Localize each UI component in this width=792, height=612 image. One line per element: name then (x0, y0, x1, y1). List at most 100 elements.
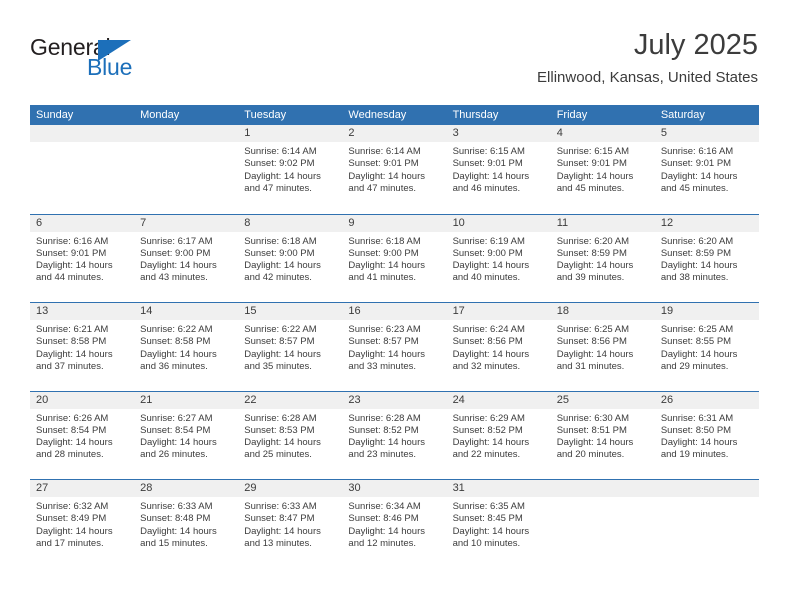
day-number: 7 (140, 216, 147, 229)
general-blue-logo[interactable]: General Blue (30, 34, 160, 84)
day-details: Sunrise: 6:20 AM Sunset: 8:59 PM Daylight:… (551, 232, 655, 285)
day-detail-line: Daylight: 14 hours (660, 170, 738, 182)
calendar-day-cell[interactable]: 1 Sunrise: 6:14 AM Sunset: 9:02 PM Daylight… (238, 125, 343, 214)
day-number: 3 (452, 127, 459, 139)
calendar-day-cell[interactable]: 26 Sunrise: 6:31 AM Sunset: 8:50 PM Dayligh… (654, 391, 759, 480)
calendar-day-cell[interactable]: 18 Sunrise: 6:25 AM Sunset: 8:56 PM Dayligh… (550, 303, 655, 391)
day-number-band: 6 (30, 214, 135, 232)
calendar-day-cell[interactable]: 2 Sunrise: 6:14 AM Sunset: 9:01 PM Daylight… (342, 125, 447, 214)
calendar-day-cell[interactable]: 24 Sunrise: 6:29 AM Sunset: 8:52 PM Dayligh… (446, 391, 551, 480)
calendar-day-cell[interactable]: 28 Sunrise: 6:33 AM Sunset: 8:48 PM Dayligh… (134, 480, 239, 568)
calendar-day-cell[interactable]: 7 Sunrise: 6:17 AM Sunset: 9:00 PM Daylight… (134, 214, 239, 303)
day-detail-line: and 17 minutes. (36, 537, 104, 549)
calendar-day-cell[interactable]: 16 Sunrise: 6:23 AM Sunset: 8:57 PM Dayligh… (342, 303, 447, 391)
calendar-day-cell[interactable]: 8 Sunrise: 6:18 AM Sunset: 9:00 PM Daylight… (238, 214, 343, 303)
day-detail-line: Sunset: 8:53 PM (244, 424, 315, 436)
day-detail-line: Sunrise: 6:34 AM (348, 501, 421, 512)
day-detail-line: and 45 minutes. (556, 182, 625, 194)
day-number-band: 10 (446, 214, 551, 232)
day-number: 11 (556, 216, 569, 229)
day-of-week-header-saturday: Saturday (660, 109, 705, 121)
calendar-day-cell[interactable]: 10 Sunrise: 6:19 AM Sunset: 9:00 PM Dayligh… (446, 214, 551, 303)
calendar-day-cell[interactable]: 27 Sunrise: 6:32 AM Sunset: 8:49 PM Dayligh… (30, 480, 135, 568)
day-detail-line: Sunset: 9:01 PM (660, 158, 732, 170)
day-number-band (654, 480, 759, 497)
day-details: Sunrise: 6:25 AM Sunset: 8:56 PM Daylight:… (551, 320, 655, 373)
day-of-week-header-row: Sunday Monday Tuesday Wednesday Thursday Frid… (30, 105, 759, 125)
day-detail-line: and 20 minutes. (556, 449, 625, 461)
calendar-day-cell[interactable]: 21 Sunrise: 6:27 AM Sunset: 8:54 PM Dayligh… (134, 391, 239, 480)
day-details (134, 142, 238, 146)
day-detail-line: and 10 minutes. (452, 537, 521, 549)
calendar-day-cell[interactable]: 29 Sunrise: 6:33 AM Sunset: 8:47 PM Dayligh… (238, 480, 343, 568)
day-number-band: 26 (654, 391, 759, 409)
day-detail-line: Sunset: 8:50 PM (660, 424, 732, 436)
day-detail-line: Sunset: 9:00 PM (244, 247, 315, 259)
day-number-band: 8 (238, 214, 343, 232)
day-detail-line: Sunrise: 6:27 AM (140, 412, 213, 424)
day-details: Sunrise: 6:31 AM Sunset: 8:50 PM Daylight:… (655, 409, 759, 462)
day-detail-line: Daylight: 14 hours (452, 437, 530, 449)
day-number: 13 (36, 305, 49, 317)
calendar-day-cell[interactable]: 3 Sunrise: 6:15 AM Sunset: 9:01 PM Daylight… (446, 125, 551, 214)
day-detail-line: Sunset: 9:01 PM (36, 247, 107, 259)
day-detail-line: Sunset: 9:00 PM (452, 247, 523, 259)
day-detail-line: Sunset: 8:57 PM (244, 336, 315, 348)
calendar-day-cell[interactable]: 20 Sunrise: 6:26 AM Sunset: 8:54 PM Dayligh… (30, 391, 135, 480)
day-details: Sunrise: 6:14 AM Sunset: 9:01 PM Daylight:… (342, 142, 446, 195)
day-detail-line: Sunrise: 6:16 AM (660, 146, 734, 157)
day-detail-line: and 25 minutes. (244, 449, 312, 461)
day-detail-line: and 44 minutes. (36, 272, 104, 284)
calendar-day-cell[interactable]: 14 Sunrise: 6:22 AM Sunset: 8:58 PM Dayligh… (134, 303, 239, 391)
day-detail-line: Sunset: 8:57 PM (348, 336, 419, 348)
day-detail-line: and 28 minutes. (36, 449, 104, 461)
calendar-day-cell[interactable]: 4 Sunrise: 6:15 AM Sunset: 9:01 PM Daylight… (550, 125, 655, 214)
calendar-day-cell[interactable]: 19 Sunrise: 6:25 AM Sunset: 8:55 PM Dayligh… (654, 303, 759, 391)
calendar-day-cell[interactable]: 11 Sunrise: 6:20 AM Sunset: 8:59 PM Dayligh… (550, 214, 655, 303)
calendar-day-cell[interactable]: 17 Sunrise: 6:24 AM Sunset: 8:56 PM Dayligh… (446, 303, 551, 391)
calendar-day-cell[interactable]: 30 Sunrise: 6:34 AM Sunset: 8:46 PM Dayligh… (342, 480, 447, 568)
calendar-day-cell[interactable]: 23 Sunrise: 6:28 AM Sunset: 8:52 PM Dayligh… (342, 391, 447, 480)
calendar-day-cell[interactable]: 9 Sunrise: 6:18 AM Sunset: 9:00 PM Daylight… (342, 214, 447, 303)
day-detail-line: and 43 minutes. (140, 272, 208, 284)
day-detail-line: Daylight: 14 hours (556, 170, 634, 182)
day-number-band: 12 (654, 214, 759, 232)
calendar-day-cell[interactable]: 25 Sunrise: 6:30 AM Sunset: 8:51 PM Dayligh… (550, 391, 655, 480)
calendar-day-cell[interactable]: 15 Sunrise: 6:22 AM Sunset: 8:57 PM Dayligh… (238, 303, 343, 391)
day-details: Sunrise: 6:28 AM Sunset: 8:52 PM Daylight:… (342, 409, 446, 462)
day-detail-line: Sunset: 8:56 PM (452, 336, 523, 348)
day-of-week-header-monday: Monday (140, 109, 180, 121)
calendar-day-cell[interactable]: 12 Sunrise: 6:20 AM Sunset: 8:59 PM Dayligh… (654, 214, 759, 303)
calendar-day-cell[interactable]: 13 Sunrise: 6:21 AM Sunset: 8:58 PM Dayligh… (30, 303, 135, 391)
day-detail-line: Daylight: 14 hours (244, 525, 321, 537)
day-number: 19 (660, 305, 674, 317)
day-detail-line: Daylight: 14 hours (140, 525, 217, 537)
day-detail-line: and 26 minutes. (140, 449, 208, 461)
day-number-band (134, 125, 239, 142)
day-details: Sunrise: 6:28 AM Sunset: 8:53 PM Daylight:… (238, 409, 342, 462)
day-detail-line: and 22 minutes. (452, 449, 521, 461)
day-detail-line: Sunset: 8:51 PM (556, 424, 627, 436)
day-number-band: 25 (550, 391, 655, 409)
day-detail-line: and 31 minutes. (556, 360, 625, 372)
day-of-week-header-tuesday: Tuesday (244, 109, 287, 121)
day-number-band: 24 (446, 391, 551, 409)
calendar-day-cell[interactable]: 31 Sunrise: 6:35 AM Sunset: 8:45 PM Dayligh… (446, 480, 551, 568)
day-number-band: 7 (134, 214, 239, 232)
day-detail-line: Sunset: 8:54 PM (36, 424, 107, 436)
day-number: 6 (36, 216, 43, 229)
day-details: Sunrise: 6:15 AM Sunset: 9:01 PM Daylight:… (447, 142, 551, 195)
day-details: Sunrise: 6:32 AM Sunset: 8:49 PM Daylight:… (30, 497, 134, 550)
calendar-grid: Sunday Monday Tuesday Wednesday Thursday Frid… (30, 105, 759, 568)
calendar-day-cell[interactable]: 5 Sunrise: 6:16 AM Sunset: 9:01 PM Daylight… (654, 125, 759, 214)
day-details: Sunrise: 6:30 AM Sunset: 8:51 PM Daylight:… (551, 409, 655, 462)
calendar-day-cell[interactable]: 6 Sunrise: 6:16 AM Sunset: 9:01 PM Daylight… (30, 214, 135, 303)
calendar-week-row: 6 Sunrise: 6:16 AM Sunset: 9:01 PM Daylight… (30, 213, 759, 303)
day-detail-line: Sunset: 9:00 PM (140, 247, 211, 259)
day-detail-line: Sunset: 8:48 PM (140, 513, 211, 525)
day-detail-line: Daylight: 14 hours (140, 348, 217, 360)
calendar-day-cell[interactable]: 22 Sunrise: 6:28 AM Sunset: 8:53 PM Dayligh… (238, 391, 343, 480)
day-detail-line: Sunrise: 6:22 AM (244, 324, 317, 335)
day-number-band: 16 (342, 303, 447, 320)
day-number: 2 (348, 127, 355, 139)
